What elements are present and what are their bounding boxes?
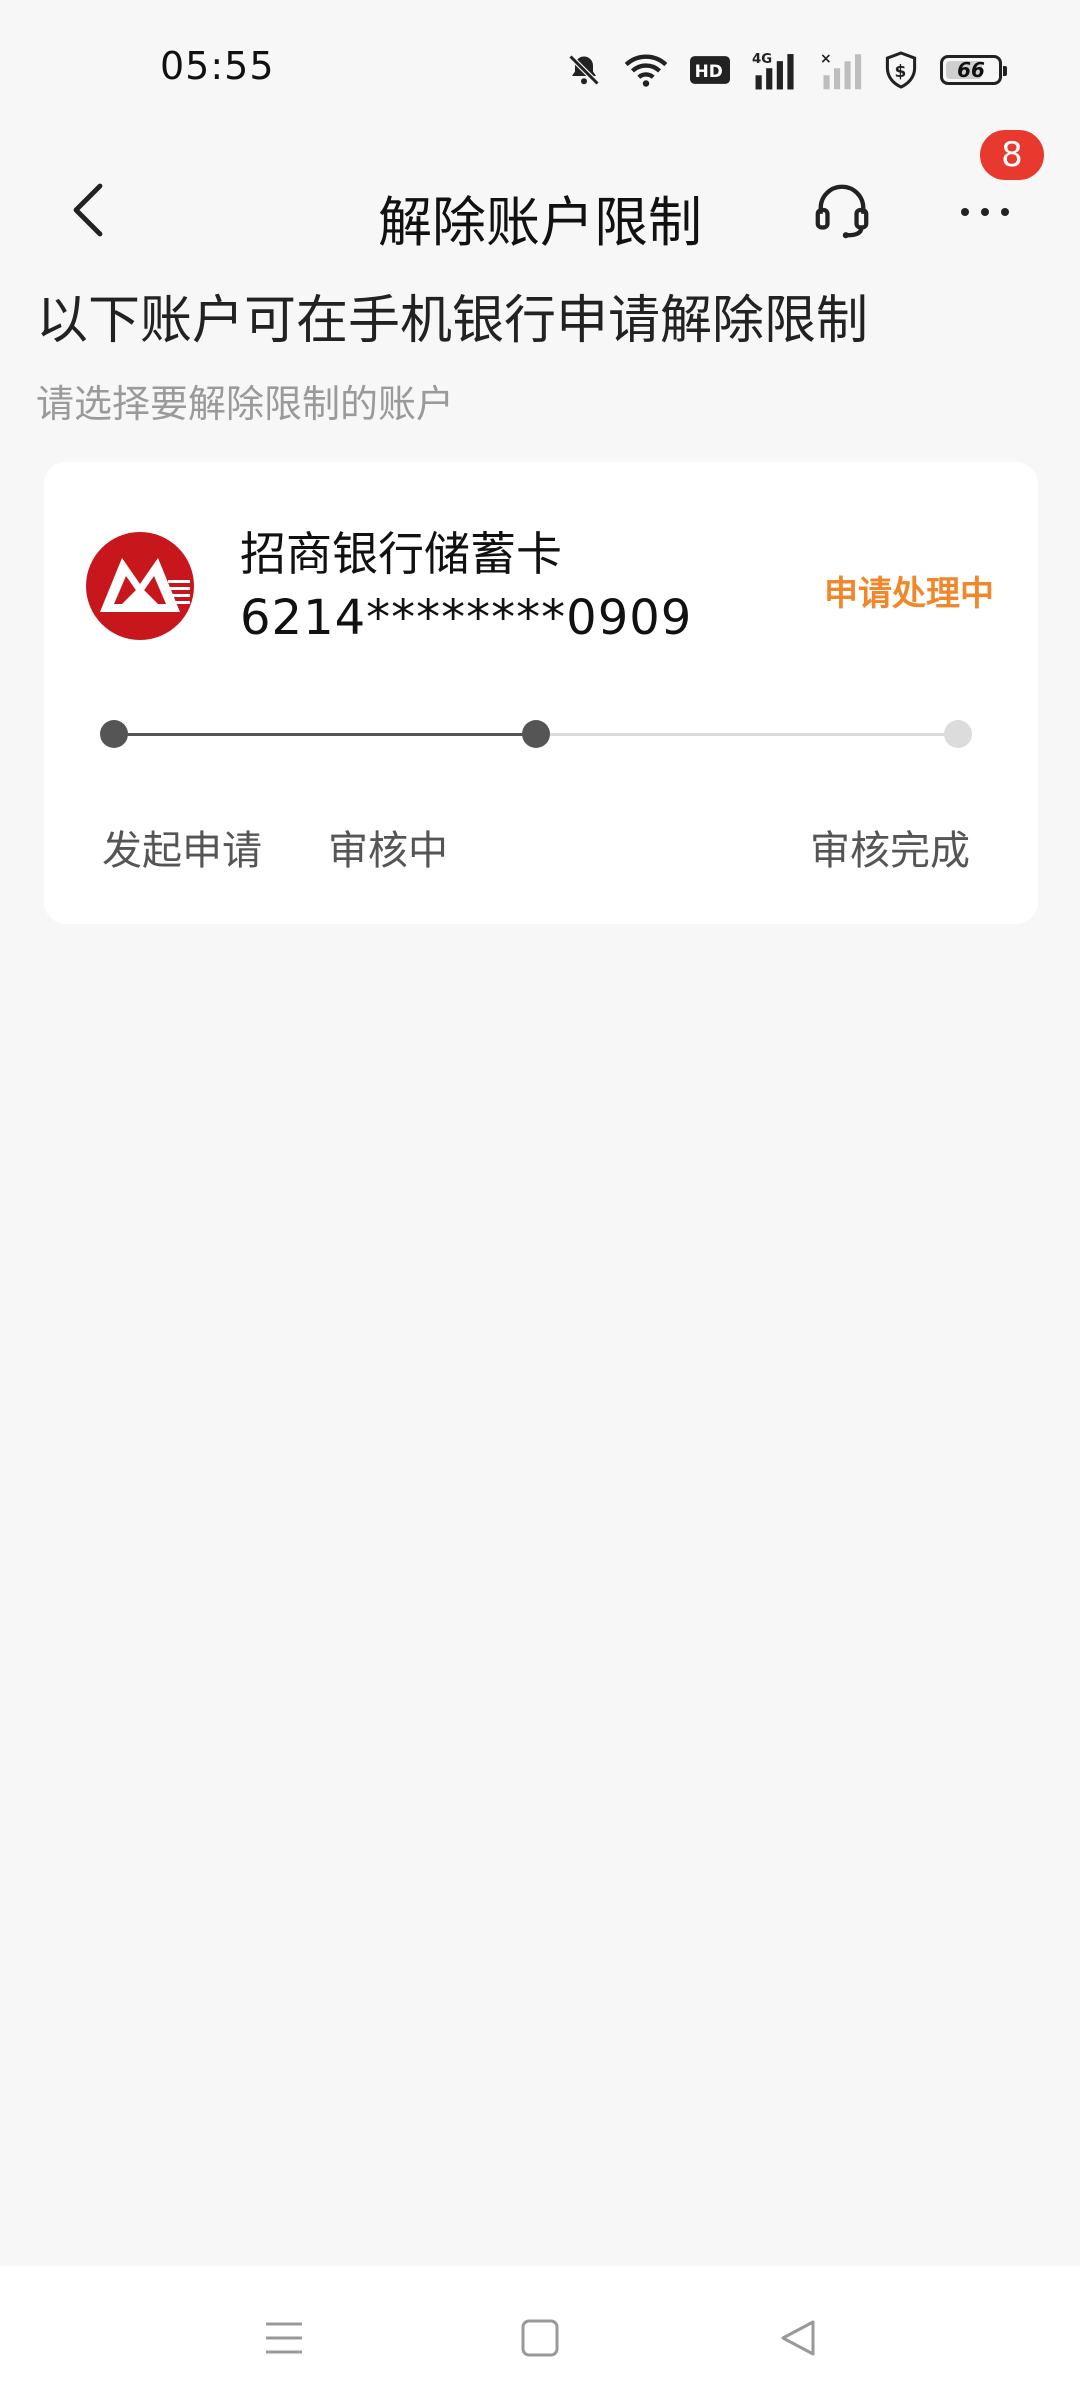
nav-back-button[interactable] [768, 2310, 828, 2366]
home-button[interactable] [510, 2310, 570, 2366]
battery-icon: 66 [940, 55, 1007, 85]
triangle-back-icon [781, 2320, 815, 2356]
status-bar: 05:55 HD 4G × $ 66 [0, 0, 1080, 140]
cmb-logo-icon [84, 530, 196, 642]
headset-icon [815, 184, 869, 239]
notification-badge: 8 [980, 130, 1044, 180]
home-icon [521, 2319, 559, 2357]
bell-off-icon [566, 52, 602, 88]
svg-text:4G: 4G [752, 52, 772, 67]
status-icons: HD 4G × $ 66 [566, 46, 1007, 94]
menu-icon [266, 2322, 302, 2354]
bank-name: 招商银行储蓄卡 [240, 527, 562, 581]
status-badge: 申请处理中 [824, 574, 994, 614]
customer-service-button[interactable] [802, 170, 882, 250]
more-icon [961, 208, 1009, 216]
more-button[interactable] [940, 170, 1030, 250]
progress-stepper [100, 720, 972, 748]
step-dot-1 [100, 720, 128, 748]
shield-icon: $ [884, 51, 918, 89]
section-subheading: 请选择要解除限制的账户 [36, 382, 455, 426]
card-number: 6214********0909 [240, 590, 693, 646]
step-dot-3 [944, 720, 972, 748]
progress-line-todo [536, 733, 962, 736]
section-heading: 以下账户可在手机银行申请解除限制 [36, 291, 869, 351]
page-title: 解除账户限制 [378, 191, 702, 254]
svg-text:$: $ [895, 62, 907, 82]
svg-text:HD: HD [695, 61, 723, 81]
account-card[interactable]: 招商银行储蓄卡 6214********0909 申请处理中 发起申请 审核中 … [44, 462, 1038, 924]
system-nav-bar [0, 2266, 1080, 2400]
step-label-submitted: 发起申请 [102, 828, 262, 874]
nav-bar: 解除账户限制 [0, 140, 1080, 280]
signal-icon: × [820, 50, 862, 90]
status-time: 05:55 [160, 44, 275, 88]
step-label-completed: 审核完成 [810, 828, 970, 874]
step-dot-2 [522, 720, 550, 748]
progress-line-done [110, 733, 536, 736]
wifi-icon [624, 52, 668, 88]
battery-level: 66 [957, 58, 985, 82]
menu-button[interactable] [254, 2310, 314, 2366]
step-label-reviewing: 审核中 [328, 828, 448, 874]
signal-4g-icon: 4G [752, 50, 798, 90]
hd-icon: HD [690, 55, 730, 85]
svg-text:×: × [820, 51, 832, 67]
